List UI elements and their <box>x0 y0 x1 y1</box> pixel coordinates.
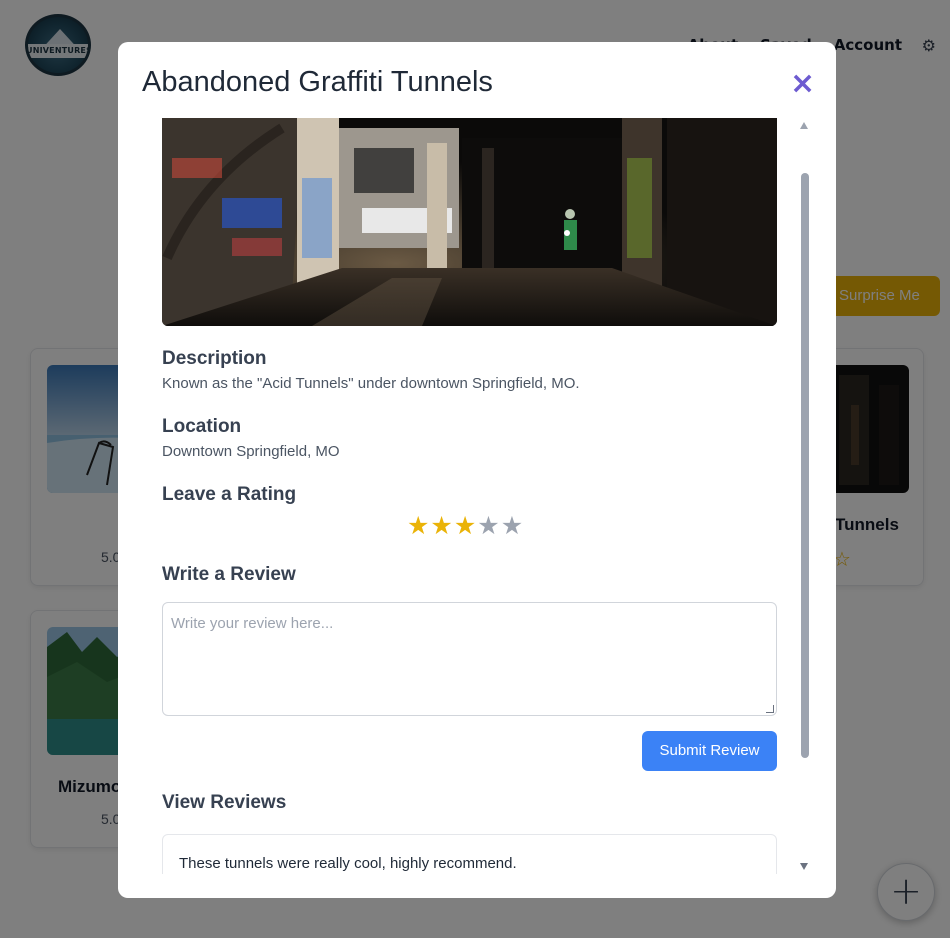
star-1-icon[interactable]: ★ <box>407 512 429 540</box>
review-placeholder: Write your review here... <box>171 615 334 632</box>
close-icon[interactable]: × <box>790 69 815 99</box>
scrollbar-thumb[interactable] <box>801 173 809 758</box>
modal-title: Abandoned Graffiti Tunnels <box>142 66 493 98</box>
resize-handle-icon[interactable] <box>766 705 774 713</box>
location-hero-image <box>162 118 777 326</box>
review-item: These tunnels were really cool, highly r… <box>162 834 777 874</box>
scroll-down-arrow-icon[interactable] <box>800 863 808 870</box>
star-5-icon[interactable]: ★ <box>501 512 523 540</box>
modal-scrollbar[interactable] <box>796 118 812 874</box>
review-text: These tunnels were really cool, highly r… <box>179 855 517 872</box>
rating-heading: Leave a Rating <box>162 484 297 505</box>
location-text: Downtown Springfield, MO <box>162 443 340 460</box>
scroll-up-arrow-icon[interactable] <box>800 122 808 129</box>
submit-review-button[interactable]: Submit Review <box>642 731 777 771</box>
location-heading: Location <box>162 416 242 437</box>
star-3-icon[interactable]: ★ <box>454 512 476 540</box>
description-text: Known as the "Acid Tunnels" under downto… <box>162 375 580 392</box>
star-4-icon[interactable]: ★ <box>477 512 499 540</box>
view-reviews-heading: View Reviews <box>162 792 287 813</box>
star-2-icon[interactable]: ★ <box>430 512 452 540</box>
review-textarea[interactable]: Write your review here... <box>162 602 777 716</box>
star-rating: ★ ★ ★ ★ ★ <box>407 512 523 540</box>
modal-body: Description Known as the "Acid Tunnels" … <box>162 118 777 874</box>
location-modal: Abandoned Graffiti Tunnels × Description… <box>118 42 836 898</box>
write-review-heading: Write a Review <box>162 564 296 585</box>
description-heading: Description <box>162 348 267 369</box>
